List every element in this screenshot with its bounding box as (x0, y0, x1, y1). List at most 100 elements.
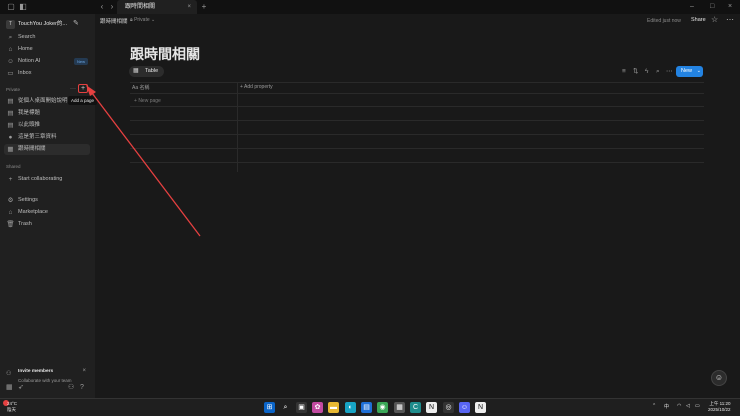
add-page-button[interactable]: + (78, 84, 88, 93)
table-grid (130, 82, 704, 172)
workspace-switcher[interactable]: T TouchYou Joker的... ✎ (6, 19, 90, 31)
sidebar-item-start-collaborating[interactable]: + Start collaborating (4, 174, 90, 185)
more-icon[interactable]: ⋯ (726, 15, 734, 24)
add-property-button[interactable]: + Add property (240, 84, 273, 90)
private-more-icon[interactable]: ··· (70, 86, 76, 92)
sidebar-item-label: 跟時間相關 (18, 146, 46, 152)
minimize-icon[interactable]: – (690, 2, 694, 12)
page-title[interactable]: 跟時間相關 (130, 44, 200, 64)
new-tab-icon[interactable]: + (199, 2, 209, 12)
column-header-name[interactable]: Aa 名稱 (132, 84, 150, 91)
sidebar-item-label: 從個人桌面開始說明 (18, 98, 68, 104)
forward-icon[interactable]: › (107, 2, 117, 12)
mail-send-icon[interactable]: ➶ (18, 383, 24, 392)
column-label: Add property (244, 84, 273, 90)
sidebar-page-3[interactable]: ▤ 以此頭推 (4, 120, 90, 131)
table-icon: ▦ (133, 68, 139, 74)
widgets-icon[interactable]: ✿ (312, 402, 323, 413)
windows-start-icon[interactable]: ⊞ (264, 402, 275, 413)
battery-icon[interactable]: ▭ (695, 403, 700, 409)
tab-title: 跟時間相關 (125, 4, 156, 10)
wifi-icon[interactable]: ◠ (677, 403, 681, 409)
gear-icon: ⚙ (7, 197, 14, 204)
grid-line (130, 82, 704, 83)
sidebar-item-inbox[interactable]: ▭ Inbox (4, 68, 90, 79)
app-icon[interactable]: C (410, 402, 421, 413)
privacy-label: Private (134, 17, 150, 23)
grid-line (130, 120, 704, 121)
filter-icon[interactable]: ≡ (622, 67, 626, 76)
system-clock[interactable]: 上午 11:20 2025/10/22 (708, 401, 731, 413)
volume-icon[interactable]: ◁ (686, 403, 690, 409)
window-tab-bar: ▢ ◧ ‹ › 跟時間相關 × + – □ × (0, 0, 740, 14)
sidebar-toggle-icon[interactable]: ◧ (18, 2, 28, 12)
inbox-icon: ▭ (7, 70, 14, 77)
app-icon[interactable]: ◎ (443, 402, 454, 413)
sidebar-page-2[interactable]: ▤ 我是標題 (4, 108, 90, 119)
people-icon: ⚇ (6, 371, 12, 377)
sidebar-item-home[interactable]: ⌂ Home (4, 44, 90, 55)
chevron-down-icon[interactable]: ⌄ (697, 66, 701, 77)
store-icon[interactable]: ▤ (361, 402, 372, 413)
maximize-icon[interactable]: □ (710, 2, 714, 12)
tab-close-icon[interactable]: × (187, 2, 191, 12)
sidebar-page-4[interactable]: ● 這是第三章資料 (4, 132, 90, 143)
weather-desc: 陰天 (7, 407, 16, 412)
sidebar-item-notion-ai[interactable]: ☺ Notion AI New (4, 56, 90, 67)
sidebar-page-5-active[interactable]: ▦ 跟時間相關 (4, 144, 90, 155)
trash-icon: 🗑 (6, 221, 15, 228)
file-explorer-icon[interactable]: ▬ (328, 402, 339, 413)
text-type-icon: Aa (132, 85, 139, 91)
new-page-row[interactable]: + New page (134, 98, 161, 104)
sidebar-item-label: Marketplace (18, 209, 48, 215)
breadcrumb[interactable]: 跟時間相關 (100, 17, 128, 25)
share-button[interactable]: Share (691, 17, 706, 23)
new-record-button[interactable]: New ⌄ (676, 66, 703, 77)
sidebar-item-label: Inbox (18, 70, 32, 76)
ime-indicator[interactable]: 中 (664, 403, 669, 410)
sort-icon[interactable]: ⇅ (633, 67, 638, 76)
weather-widget[interactable]: 24°C 陰天 (7, 401, 17, 413)
automation-icon[interactable]: ϟ (645, 67, 648, 76)
search-icon[interactable]: ⌕ (280, 402, 291, 413)
privacy-indicator[interactable]: 🔒︎ Private ⌄ (130, 17, 155, 23)
settings-icon[interactable]: ⋯ (666, 67, 673, 76)
close-window-icon[interactable]: × (728, 2, 732, 12)
app-menu-icon[interactable]: ▢ (6, 2, 16, 12)
help-icon[interactable]: ? (80, 383, 84, 392)
ai-icon: ☺ (7, 58, 14, 65)
chevron-up-icon[interactable]: ⌃ (652, 403, 656, 409)
sidebar-item-label: 這是第三章資料 (18, 134, 57, 140)
invite-subtitle: Collaborate with your team (18, 378, 72, 383)
sidebar-item-label: Notion AI (18, 58, 41, 64)
back-icon[interactable]: ‹ (97, 2, 107, 12)
section-shared-label: Shared (6, 164, 21, 169)
column-label: 名稱 (139, 85, 150, 91)
search-icon[interactable]: ⌕ (656, 67, 660, 76)
windows-taskbar: 24°C 陰天 ⊞ ⌕ ▣ ✿ ▬ ◐ ▤ ◉ ▦ C N ◎ ☺ N ⌃ 中 … (0, 398, 740, 416)
workspace-name: TouchYou Joker的... (18, 21, 68, 27)
tab-table-view[interactable]: ▦ Table (129, 66, 165, 77)
app-icon[interactable]: ▦ (394, 402, 405, 413)
sidebar-item-settings[interactable]: ⚙ Settings (4, 195, 90, 206)
sidebar-item-label: Trash (18, 221, 32, 227)
sidebar-item-trash[interactable]: 🗑 Trash (4, 219, 90, 230)
notion-icon[interactable]: N (426, 402, 437, 413)
chat-app-icon[interactable]: ☺ (459, 402, 470, 413)
tab-current-page[interactable]: 跟時間相關 × (117, 0, 197, 14)
notion-icon[interactable]: N (475, 402, 486, 413)
help-assistant-icon[interactable]: ☺ (711, 370, 727, 386)
sidebar-item-marketplace[interactable]: ⌂ Marketplace (4, 207, 90, 218)
invite-members-card[interactable]: ⚇ Invite members Collaborate with your t… (4, 367, 90, 389)
new-page-compose-icon[interactable]: ✎ (73, 19, 79, 29)
sidebar-item-search[interactable]: ⌕ Search (4, 32, 90, 43)
star-icon[interactable]: ☆ (711, 15, 718, 24)
close-icon[interactable]: × (82, 368, 86, 374)
chrome-icon[interactable]: ◉ (377, 402, 388, 413)
plus-icon: + (8, 176, 13, 183)
people-icon[interactable]: ⚇ (68, 383, 74, 392)
calendar-icon[interactable]: ▦ (6, 383, 13, 392)
grid-line (130, 148, 704, 149)
task-view-icon[interactable]: ▣ (296, 402, 307, 413)
edge-browser-icon[interactable]: ◐ (345, 402, 356, 413)
